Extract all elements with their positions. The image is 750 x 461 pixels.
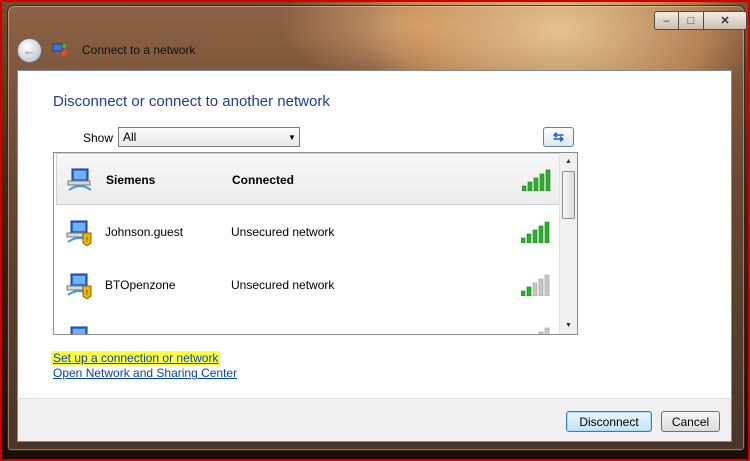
network-status: Connected (232, 173, 295, 187)
chevron-down-icon: ▼ (288, 132, 296, 142)
network-list-item[interactable]: ! Johnson.guest Unsecured network (56, 206, 561, 258)
signal-strength-icon (522, 169, 551, 191)
signal-strength-icon (521, 221, 550, 243)
wireless-network-icon: ! (66, 220, 92, 246)
back-arrow-icon[interactable]: ← (17, 37, 42, 63)
disconnect-button[interactable]: Disconnect (566, 411, 652, 432)
wireless-network-icon (67, 168, 92, 191)
network-connect-icon (52, 43, 67, 56)
dialog-footer: Disconnect Cancel (17, 398, 732, 442)
network-list-item[interactable]: ! BTOpenzone Unsecured network (56, 259, 561, 311)
network-list-item[interactable]: ! (56, 312, 561, 334)
show-filter-select[interactable]: All ▼ (118, 127, 300, 147)
network-list[interactable]: Siemens Connected! Johnson.guest Unsecured … (53, 152, 578, 335)
maximize-button[interactable]: □ (679, 11, 704, 30)
network-list-item[interactable]: Siemens Connected (56, 153, 561, 205)
show-label: Show (83, 131, 114, 145)
wireless-network-icon: ! (70, 326, 88, 334)
network-name: BTOpenzone (105, 278, 176, 292)
scroll-thumb[interactable] (562, 171, 575, 219)
page-heading: Disconnect or connect to another network (53, 93, 330, 110)
cancel-button[interactable]: Cancel (661, 411, 720, 432)
wireless-network-icon: ! (66, 273, 92, 299)
show-filter-value: All (123, 130, 137, 144)
network-status: Unsecured network (231, 225, 335, 239)
signal-strength-icon (538, 327, 550, 334)
svg-text:!: ! (86, 237, 88, 244)
sharing-center-link[interactable]: Open Network and Sharing Center (53, 366, 237, 380)
network-status: Unsecured network (231, 278, 335, 292)
setup-connection-link[interactable]: Set up a connection or network (51, 351, 221, 365)
refresh-button[interactable]: ⇆ (543, 127, 574, 147)
network-name: Siemens (106, 173, 156, 187)
signal-strength-icon (521, 274, 550, 296)
close-button[interactable]: ✕ (704, 11, 747, 30)
title-bar: ← Connect to a network (17, 37, 195, 63)
window-title: Connect to a network (82, 43, 196, 57)
window-controls: – □ ✕ (654, 11, 747, 30)
refresh-icon: ⇆ (553, 129, 564, 144)
list-scrollbar[interactable]: ▲ ▼ (559, 153, 577, 334)
network-name: Johnson.guest (105, 225, 184, 239)
scroll-up-arrow-icon[interactable]: ▲ (560, 153, 577, 170)
dialog-content: Disconnect or connect to another network… (17, 70, 732, 400)
minimize-button[interactable]: – (654, 11, 679, 30)
svg-text:!: ! (86, 290, 88, 297)
scroll-down-arrow-icon[interactable]: ▼ (560, 317, 577, 334)
